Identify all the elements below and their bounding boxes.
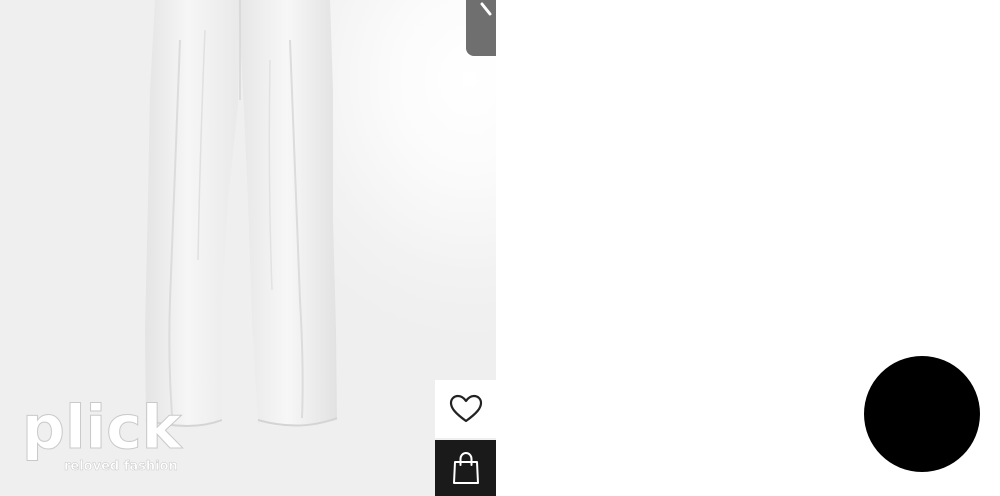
heart-outline-icon	[449, 394, 482, 423]
product-page: plick reloved fashion	[0, 0, 1000, 496]
product-image[interactable]: plick reloved fashion	[0, 0, 496, 496]
image-nav-tab[interactable]	[466, 0, 496, 56]
arrow-icon	[480, 2, 492, 16]
chat-bubble-button[interactable]	[864, 356, 980, 472]
svg-text:reloved fashion: reloved fashion	[64, 459, 178, 474]
wishlist-button[interactable]	[435, 380, 496, 438]
add-to-bag-button[interactable]	[435, 440, 496, 496]
svg-text:plick: plick	[22, 393, 184, 463]
plick-watermark: plick reloved fashion	[20, 386, 195, 481]
shopping-bag-icon	[452, 451, 479, 484]
plick-logo: plick reloved fashion	[22, 393, 185, 475]
